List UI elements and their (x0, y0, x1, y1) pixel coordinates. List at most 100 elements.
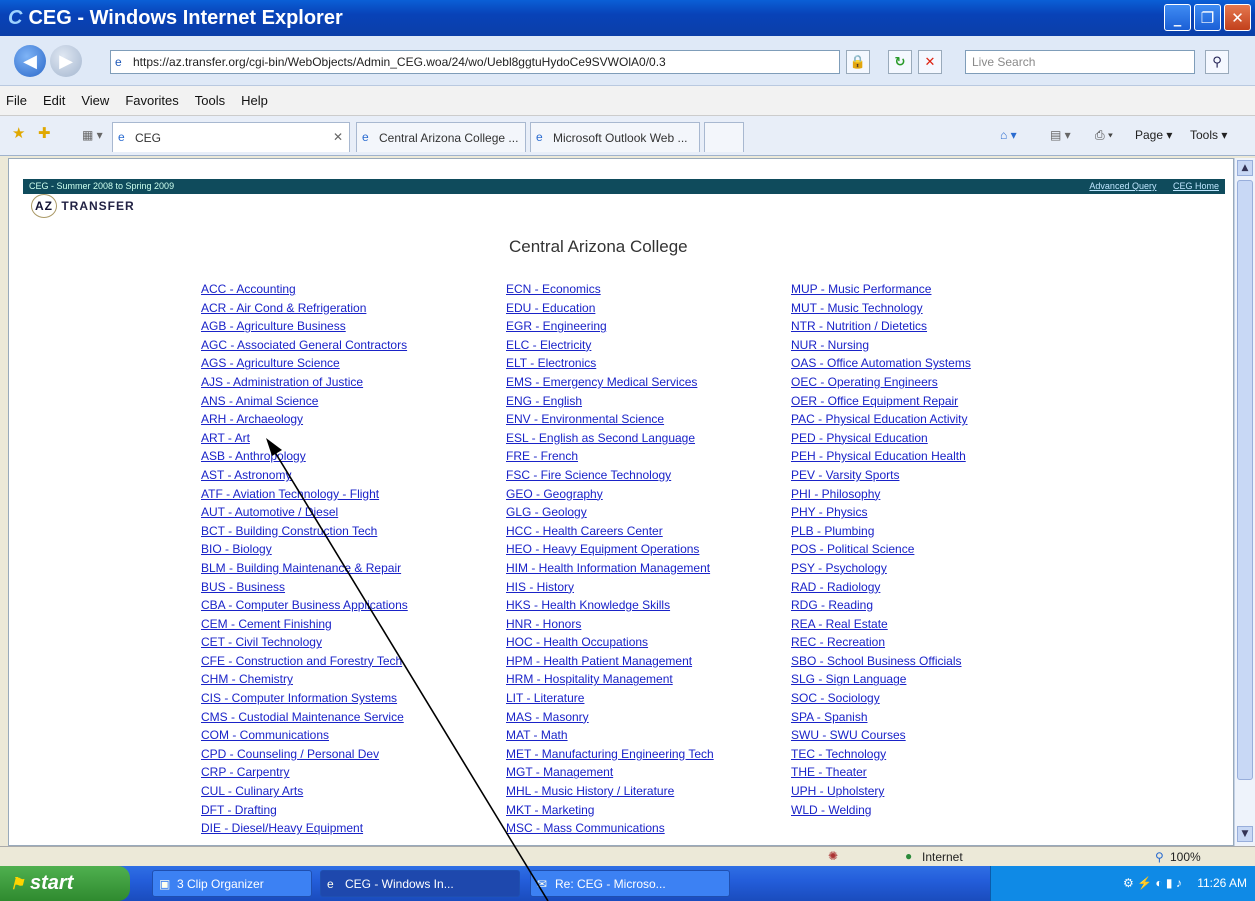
subject-link[interactable]: AGC - Associated General Contractors (201, 336, 408, 355)
subject-link[interactable]: PAC - Physical Education Activity (791, 410, 971, 429)
subject-link[interactable]: HCC - Health Careers Center (506, 522, 714, 541)
print-icon[interactable]: ⎙ ▾ (1095, 128, 1113, 143)
subject-link[interactable]: HEO - Heavy Equipment Operations (506, 540, 714, 559)
refresh-icon[interactable]: ↻ (888, 50, 912, 74)
taskbar-item-ceg-ie[interactable]: e CEG - Windows In... (320, 870, 520, 897)
subject-link[interactable]: ENV - Environmental Science (506, 410, 714, 429)
subject-link[interactable]: CIS - Computer Information Systems (201, 689, 408, 708)
subject-link[interactable]: HRM - Hospitality Management (506, 670, 714, 689)
subject-link[interactable]: EMS - Emergency Medical Services (506, 373, 714, 392)
subject-link[interactable]: PLB - Plumbing (791, 522, 971, 541)
subject-link[interactable]: HNR - Honors (506, 615, 714, 634)
subject-link[interactable]: HOC - Health Occupations (506, 633, 714, 652)
subject-link[interactable]: BLM - Building Maintenance & Repair (201, 559, 408, 578)
scroll-up-icon[interactable]: ▲ (1237, 160, 1253, 176)
subject-link[interactable]: OEC - Operating Engineers (791, 373, 971, 392)
subject-link[interactable]: MUT - Music Technology (791, 299, 971, 318)
subject-link[interactable]: UPH - Upholstery (791, 782, 971, 801)
address-field[interactable]: e https://az.transfer.org/cgi-bin/WebObj… (110, 50, 840, 74)
tab-close-icon[interactable]: ✕ (333, 130, 343, 144)
menu-tools[interactable]: Tools (195, 93, 225, 108)
subject-link[interactable]: AUT - Automotive / Diesel (201, 503, 408, 522)
subject-link[interactable]: HKS - Health Knowledge Skills (506, 596, 714, 615)
tray-icons[interactable]: ⚙ ⚡ ◐ ▮ ♪ (1123, 876, 1182, 890)
subject-link[interactable]: AGS - Agriculture Science (201, 354, 408, 373)
subject-link[interactable]: CFE - Construction and Forestry Tech (201, 652, 408, 671)
subject-link[interactable]: NTR - Nutrition / Dietetics (791, 317, 971, 336)
minimize-button[interactable]: _ (1164, 4, 1191, 31)
subject-link[interactable]: MAS - Masonry (506, 708, 714, 727)
subject-link[interactable]: MGT - Management (506, 763, 714, 782)
subject-link[interactable]: ACR - Air Cond & Refrigeration (201, 299, 408, 318)
scroll-down-icon[interactable]: ▼ (1237, 826, 1253, 842)
subject-link[interactable]: SWU - SWU Courses (791, 726, 971, 745)
forward-button[interactable]: ▶ (50, 45, 82, 77)
vertical-scrollbar[interactable]: ▲ ▼ (1234, 158, 1255, 846)
subject-link[interactable]: BIO - Biology (201, 540, 408, 559)
subject-link[interactable]: OER - Office Equipment Repair (791, 392, 971, 411)
menu-help[interactable]: Help (241, 93, 268, 108)
subject-link[interactable]: CPD - Counseling / Personal Dev (201, 745, 408, 764)
subject-link[interactable]: DIE - Diesel/Heavy Equipment (201, 819, 408, 838)
stop-icon[interactable]: ✕ (918, 50, 942, 74)
zoom-level[interactable]: 100% (1170, 850, 1201, 864)
subject-link[interactable]: EDU - Education (506, 299, 714, 318)
subject-link[interactable]: MET - Manufacturing Engineering Tech (506, 745, 714, 764)
taskbar-item-clip-organizer[interactable]: ▣ 3 Clip Organizer (152, 870, 312, 897)
subject-link[interactable]: CHM - Chemistry (201, 670, 408, 689)
subject-link[interactable]: SBO - School Business Officials (791, 652, 971, 671)
lock-icon[interactable]: 🔒 (846, 50, 870, 74)
subject-link[interactable]: HIS - History (506, 578, 714, 597)
subject-link[interactable]: LIT - Literature (506, 689, 714, 708)
subject-link[interactable]: AST - Astronomy (201, 466, 408, 485)
subject-link[interactable]: CET - Civil Technology (201, 633, 408, 652)
add-favorite-icon[interactable]: ✚ (38, 124, 51, 142)
subject-link[interactable]: CRP - Carpentry (201, 763, 408, 782)
subject-link[interactable]: GEO - Geography (506, 485, 714, 504)
subject-link[interactable]: HPM - Health Patient Management (506, 652, 714, 671)
tab-outlook[interactable]: e Microsoft Outlook Web ... (530, 122, 700, 152)
subject-link[interactable]: RDG - Reading (791, 596, 971, 615)
subject-link[interactable]: OAS - Office Automation Systems (791, 354, 971, 373)
subject-link[interactable]: ASB - Anthropology (201, 447, 408, 466)
menu-favorites[interactable]: Favorites (125, 93, 178, 108)
subject-link[interactable]: PHY - Physics (791, 503, 971, 522)
subject-link[interactable]: RAD - Radiology (791, 578, 971, 597)
subject-link[interactable]: MHL - Music History / Literature (506, 782, 714, 801)
tools-menu[interactable]: Tools ▾ (1190, 128, 1227, 142)
page-menu[interactable]: Page ▾ (1135, 128, 1172, 142)
subject-link[interactable]: REA - Real Estate (791, 615, 971, 634)
tab-ceg[interactable]: e CEG ✕ (112, 122, 350, 152)
subject-link[interactable]: MKT - Marketing (506, 801, 714, 820)
subject-link[interactable]: ATF - Aviation Technology - Flight (201, 485, 408, 504)
subject-link[interactable]: SLG - Sign Language (791, 670, 971, 689)
search-icon[interactable]: ⚲ (1205, 50, 1229, 74)
subject-link[interactable]: COM - Communications (201, 726, 408, 745)
taskbar-item-outlook[interactable]: ✉ Re: CEG - Microso... (530, 870, 730, 897)
feeds-icon[interactable]: ▤ ▾ (1050, 128, 1071, 142)
search-input[interactable]: Live Search (965, 50, 1195, 74)
subject-link[interactable]: CUL - Culinary Arts (201, 782, 408, 801)
subject-link[interactable]: AGB - Agriculture Business (201, 317, 408, 336)
subject-link[interactable]: DFT - Drafting (201, 801, 408, 820)
subject-link[interactable]: MSC - Mass Communications (506, 819, 714, 838)
quick-tabs-icon[interactable]: ▦ ▾ (82, 128, 103, 142)
subject-link[interactable]: POS - Political Science (791, 540, 971, 559)
subject-link[interactable]: CEM - Cement Finishing (201, 615, 408, 634)
subject-link[interactable]: BCT - Building Construction Tech (201, 522, 408, 541)
subject-link[interactable]: HIM - Health Information Management (506, 559, 714, 578)
ceg-home-link[interactable]: CEG Home (1173, 181, 1219, 191)
menu-view[interactable]: View (81, 93, 109, 108)
subject-link[interactable]: ECN - Economics (506, 280, 714, 299)
subject-link[interactable]: THE - Theater (791, 763, 971, 782)
subject-link[interactable]: ANS - Animal Science (201, 392, 408, 411)
subject-link[interactable]: ARH - Archaeology (201, 410, 408, 429)
subject-link[interactable]: FSC - Fire Science Technology (506, 466, 714, 485)
subject-link[interactable]: PEV - Varsity Sports (791, 466, 971, 485)
subject-link[interactable]: MAT - Math (506, 726, 714, 745)
subject-link[interactable]: ART - Art (201, 429, 408, 448)
subject-link[interactable]: PHI - Philosophy (791, 485, 971, 504)
subject-link[interactable]: PSY - Psychology (791, 559, 971, 578)
tab-central-arizona[interactable]: e Central Arizona College ... (356, 122, 526, 152)
subject-link[interactable]: ELT - Electronics (506, 354, 714, 373)
